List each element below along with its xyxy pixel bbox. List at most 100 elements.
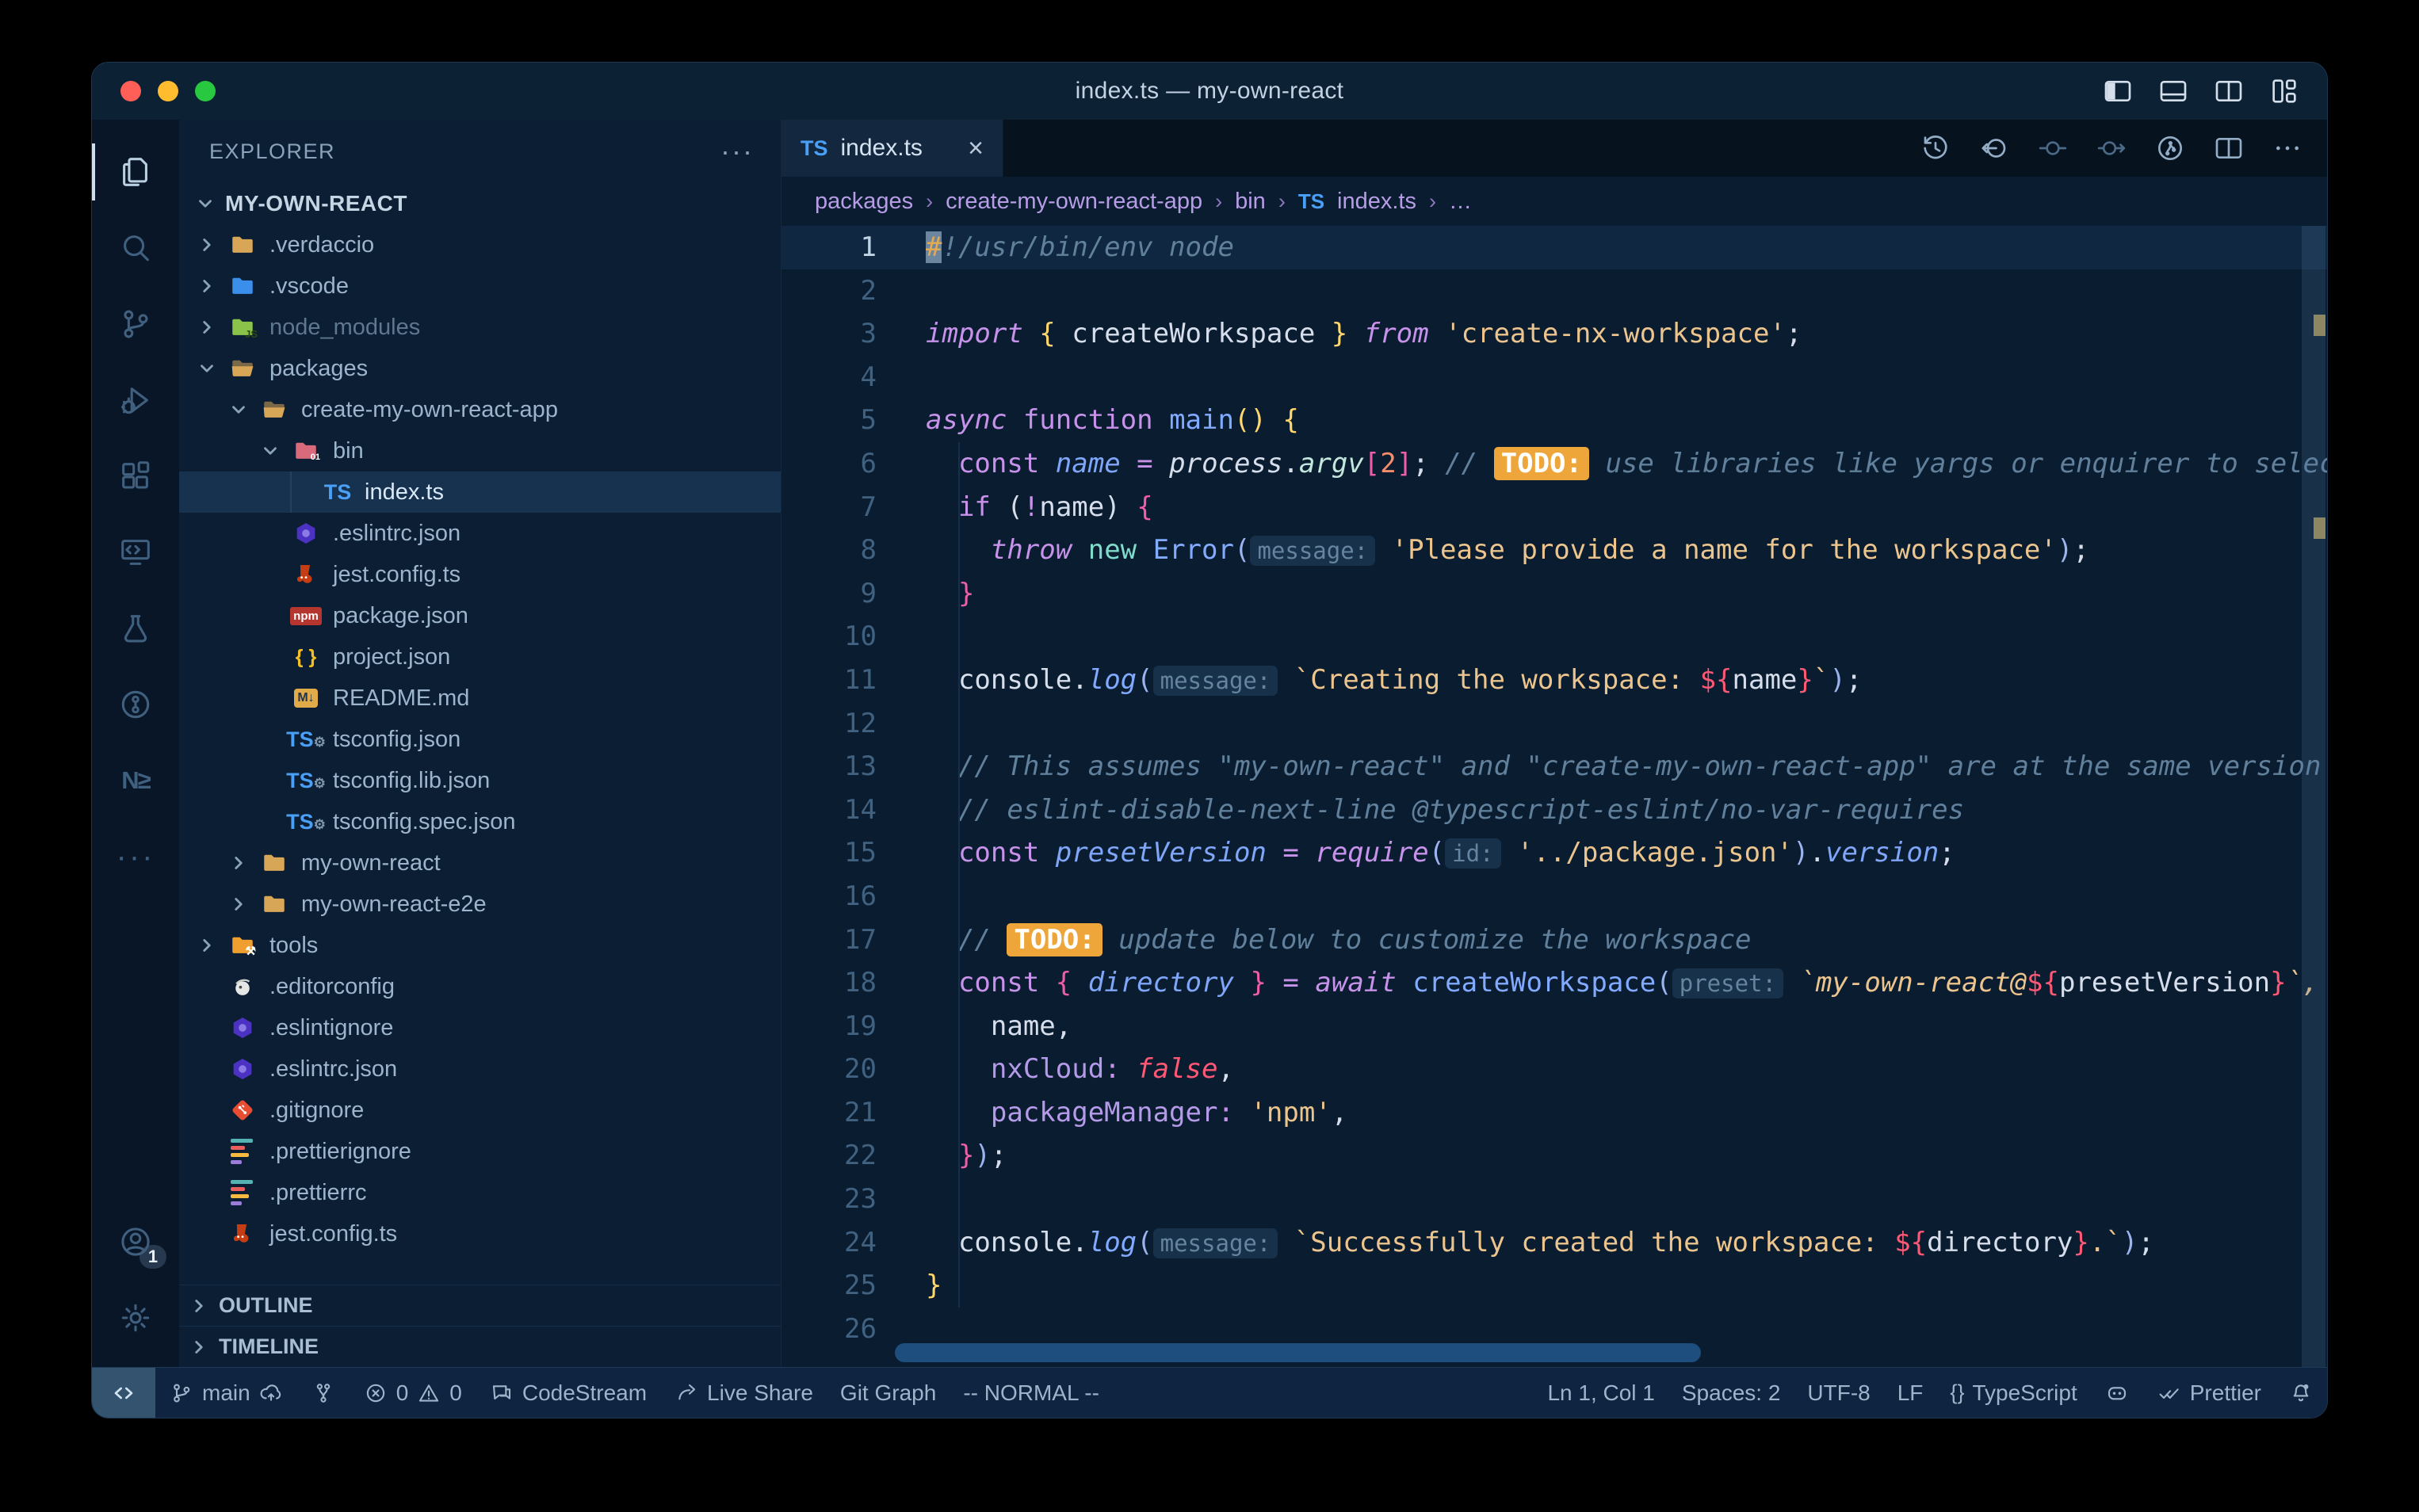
tree-item--eslintrc-json[interactable]: .eslintrc.json xyxy=(179,513,781,554)
status-eol[interactable]: LF xyxy=(1884,1368,1937,1418)
customize-layout-icon[interactable] xyxy=(2268,75,2300,107)
code-line[interactable]: 2 xyxy=(781,269,2327,313)
titlebar[interactable]: index.ts — my-own-react xyxy=(92,63,2327,120)
status-problems[interactable]: 00 xyxy=(350,1368,476,1418)
code-line[interactable]: 25} xyxy=(781,1264,2327,1308)
horizontal-scrollbar[interactable] xyxy=(895,1343,1701,1362)
status-remote-indicator[interactable] xyxy=(92,1368,155,1418)
tree-item-index-ts[interactable]: TSindex.ts xyxy=(179,472,781,513)
code-line[interactable]: 23 xyxy=(781,1178,2327,1221)
code-line[interactable]: 6 const name = process.argv[2]; // TODO:… xyxy=(781,442,2327,486)
tree-item-package-json[interactable]: npmpackage.json xyxy=(179,595,781,636)
status-copilot[interactable] xyxy=(2091,1368,2143,1418)
tree-item-tsconfig-spec-json[interactable]: TS⚙tsconfig.spec.json xyxy=(179,801,781,842)
tree-item-project-json[interactable]: { }project.json xyxy=(179,636,781,678)
code-line[interactable]: 7 if (!name) { xyxy=(781,486,2327,529)
status-cursor-position[interactable]: Ln 1, Col 1 xyxy=(1534,1368,1668,1418)
status-notifications[interactable] xyxy=(2275,1368,2327,1418)
nav-back-icon[interactable] xyxy=(1978,132,2010,164)
tree-item--gitignore[interactable]: .gitignore xyxy=(179,1090,781,1131)
status-vim-mode[interactable]: -- NORMAL -- xyxy=(950,1368,1113,1418)
tree-item-readme-md[interactable]: M↓README.md xyxy=(179,678,781,719)
activity-files-icon[interactable] xyxy=(92,134,179,210)
tree-item-bin[interactable]: 01bin xyxy=(179,430,781,472)
status-encoding[interactable]: UTF-8 xyxy=(1794,1368,1883,1418)
status-prettier[interactable]: Prettier xyxy=(2143,1368,2275,1418)
breadcrumb-item[interactable]: bin xyxy=(1235,189,1266,215)
status-git-branch[interactable]: main xyxy=(155,1368,297,1418)
activity-settings-gear-icon[interactable] xyxy=(92,1280,179,1356)
tree-item-tools[interactable]: ⚒tools xyxy=(179,925,781,966)
explorer-more-icon[interactable]: ··· xyxy=(720,135,754,168)
history-icon[interactable] xyxy=(1920,132,1951,164)
tree-item-jest-config-ts[interactable]: jest.config.ts xyxy=(179,554,781,595)
code-line[interactable]: 1#!/usr/bin/env node xyxy=(781,226,2327,269)
code-line[interactable]: 12 xyxy=(781,702,2327,746)
tree-item--prettierignore[interactable]: .prettierignore xyxy=(179,1131,781,1172)
tree-item-tsconfig-json[interactable]: TS⚙tsconfig.json xyxy=(179,719,781,760)
status-language-mode[interactable]: {}TypeScript xyxy=(1936,1368,2090,1418)
activity-more-ellipsis-icon[interactable]: ··· xyxy=(92,819,179,895)
code-line[interactable]: 9 } xyxy=(781,572,2327,616)
status-git-graph[interactable]: Git Graph xyxy=(827,1368,950,1418)
status-codestream[interactable]: CodeStream xyxy=(476,1368,660,1418)
tree-item-my-own-react[interactable]: my-own-react xyxy=(179,842,781,884)
sidebar-section-timeline[interactable]: TIMELINE xyxy=(179,1326,781,1367)
close-tab-icon[interactable]: × xyxy=(968,133,984,164)
tree-item--eslintrc-json[interactable]: .eslintrc.json xyxy=(179,1048,781,1090)
code-line[interactable]: 20 nxCloud: false, xyxy=(781,1048,2327,1091)
next-change-icon[interactable] xyxy=(2096,132,2127,164)
activity-nx-console-icon[interactable]: N≥ xyxy=(92,743,179,819)
tab-index-ts[interactable]: TS index.ts × xyxy=(781,120,1003,177)
activity-test-beaker-icon[interactable] xyxy=(92,590,179,666)
sidebar-section-outline[interactable]: OUTLINE xyxy=(179,1285,781,1326)
tree-item--eslintignore[interactable]: .eslintignore xyxy=(179,1007,781,1048)
code-line[interactable]: 19 name, xyxy=(781,1005,2327,1048)
breadcrumb-item[interactable]: packages xyxy=(815,189,913,215)
code-line[interactable]: 15 const presetVersion = require(id: '..… xyxy=(781,831,2327,875)
code-line[interactable]: 16 xyxy=(781,875,2327,918)
code-line[interactable]: 10 xyxy=(781,615,2327,659)
layout-sidebar-left-icon[interactable] xyxy=(2102,75,2134,107)
tree-item-my-own-react-e2e[interactable]: my-own-react-e2e xyxy=(179,884,781,925)
activity-extensions-icon[interactable] xyxy=(92,438,179,514)
status-git-merge-status[interactable] xyxy=(297,1368,350,1418)
tree-item--prettierrc[interactable]: .prettierrc xyxy=(179,1172,781,1213)
activity-source-control-icon[interactable] xyxy=(92,286,179,362)
activity-gitlens-icon[interactable] xyxy=(92,666,179,743)
code-editor[interactable]: 1#!/usr/bin/env node23import { createWor… xyxy=(781,226,2327,1367)
more-actions-icon[interactable] xyxy=(2272,132,2303,164)
code-line[interactable]: 14 // eslint-disable-next-line @typescri… xyxy=(781,788,2327,832)
status-indentation[interactable]: Spaces: 2 xyxy=(1668,1368,1794,1418)
status-live-share[interactable]: Live Share xyxy=(660,1368,827,1418)
code-line[interactable]: 8 throw new Error(message: 'Please provi… xyxy=(781,529,2327,572)
tree-item-create-my-own-react-app[interactable]: create-my-own-react-app xyxy=(179,389,781,430)
breadcrumb-item[interactable]: create-my-own-react-app xyxy=(946,189,1202,215)
breadcrumb-item[interactable]: index.ts xyxy=(1337,189,1416,215)
tree-item--vscode[interactable]: .vscode xyxy=(179,265,781,307)
activity-accounts-icon[interactable]: 1 xyxy=(92,1204,179,1280)
activity-remote-explorer-icon[interactable] xyxy=(92,514,179,590)
prev-change-icon[interactable] xyxy=(2037,132,2069,164)
code-line[interactable]: 17 // TODO: update below to customize th… xyxy=(781,918,2327,962)
code-line[interactable]: 3import { createWorkspace } from 'create… xyxy=(781,312,2327,356)
activity-run-debug-icon[interactable] xyxy=(92,362,179,438)
code-line[interactable]: 21 packageManager: 'npm', xyxy=(781,1091,2327,1135)
code-line[interactable]: 11 console.log(message: `Creating the wo… xyxy=(781,659,2327,702)
git-circle-icon[interactable] xyxy=(2154,132,2186,164)
code-line[interactable]: 5async function main() { xyxy=(781,399,2327,442)
tree-item-packages[interactable]: packages xyxy=(179,348,781,389)
tree-item-jest-config-ts[interactable]: jest.config.ts xyxy=(179,1213,781,1254)
tree-item-tsconfig-lib-json[interactable]: TS⚙tsconfig.lib.json xyxy=(179,760,781,801)
activity-search-icon[interactable] xyxy=(92,210,179,286)
code-line[interactable]: 18 const { directory } = await createWor… xyxy=(781,961,2327,1005)
tree-item--verdaccio[interactable]: .verdaccio xyxy=(179,224,781,265)
tree-item--editorconfig[interactable]: .editorconfig xyxy=(179,966,781,1007)
breadcrumb-item[interactable]: … xyxy=(1449,189,1472,215)
layout-panel-icon[interactable] xyxy=(2157,75,2189,107)
split-editor-icon[interactable] xyxy=(2213,132,2245,164)
code-line[interactable]: 24 console.log(message: `Successfully cr… xyxy=(781,1221,2327,1265)
code-line[interactable]: 13 // This assumes "my-own-react" and "c… xyxy=(781,745,2327,788)
tree-section-root[interactable]: MY-OWN-REACT xyxy=(179,183,781,224)
code-line[interactable]: 4 xyxy=(781,356,2327,399)
